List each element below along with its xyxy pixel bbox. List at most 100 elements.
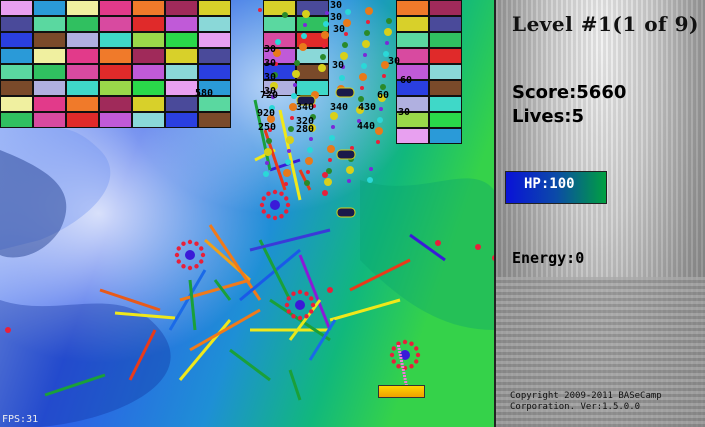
debris-particle [359, 73, 367, 81]
explosion-particle [396, 364, 401, 369]
debris-particle [266, 138, 272, 144]
debris-particle [292, 70, 300, 78]
explosion-particle [402, 339, 408, 345]
debris-particle [382, 74, 386, 78]
debris-particle [386, 18, 392, 24]
explosion-particle [187, 239, 193, 245]
debris-particle [318, 64, 326, 72]
debris-particle [369, 167, 373, 171]
debris-particle [288, 126, 294, 132]
explosion-particle [259, 202, 265, 208]
debris-particle [342, 42, 348, 48]
explosion-particle [304, 291, 309, 296]
debris-particle [325, 11, 329, 15]
explosion-particle [297, 289, 303, 295]
debris-particle [299, 43, 307, 51]
score-popup: 30 [388, 56, 401, 67]
hp-bar: HP:100 [505, 171, 607, 204]
ball-trail-dot [400, 363, 404, 365]
debris-particle [287, 149, 291, 153]
score-popup: 280 [296, 124, 315, 135]
debris-particle [346, 166, 354, 174]
projectile-trail [178, 319, 232, 381]
explosion-particle [310, 302, 316, 308]
explosion-particle [415, 352, 421, 358]
explosion-particle [261, 209, 266, 214]
explosion-particle [272, 189, 278, 195]
explosion-particle [181, 264, 186, 269]
debris-particle [340, 52, 348, 60]
explosion-particle [291, 314, 296, 319]
fps-counter: FPS:31 [2, 414, 39, 425]
hp-label: HP:100 [524, 176, 575, 192]
ball-trail-dot [401, 369, 405, 371]
projectile-trail [99, 288, 161, 312]
projectile-trail [349, 258, 411, 292]
projectile-trail [329, 298, 401, 322]
debris-particle [324, 178, 332, 186]
score-popup: 720 [260, 90, 279, 101]
score-popup: 30 [398, 107, 411, 118]
debris-particle [367, 177, 373, 183]
ball-trail-dot [398, 354, 402, 356]
debris-particle [320, 54, 326, 60]
explosion-particle [174, 252, 180, 258]
explosion-particle [291, 291, 296, 296]
explosion-particle [284, 302, 290, 308]
debris-particle [345, 9, 351, 15]
projectile-trail [168, 269, 207, 331]
explosion-particle [194, 241, 199, 246]
debris-particle [360, 86, 364, 90]
game-playfield[interactable]: 580 30 30 30 30 30 30 30 720 340 920 320 250 280 30 430… [0, 0, 494, 427]
explosion-particle [194, 264, 199, 269]
debris-particle [331, 125, 335, 129]
powerup-capsule [335, 87, 355, 98]
energy-label: Energy:0 [512, 249, 585, 267]
explosion-particle [286, 309, 291, 314]
debris-particle [375, 127, 383, 135]
projectile-trail [229, 348, 271, 382]
score-popup: 250 [258, 122, 277, 133]
debris-particle [306, 170, 310, 174]
score-popup: 30 [264, 72, 277, 83]
debris-particle [347, 179, 351, 183]
status-panel: Level #1(1 of 9) Score:5660 Lives:5 HP:1… [494, 0, 705, 427]
explosion-particle [261, 196, 266, 201]
explosion-particle [409, 364, 414, 369]
debris-particle [362, 40, 370, 48]
projectile-trail [288, 299, 322, 341]
debris-particle [294, 60, 300, 66]
debris-particle [330, 112, 338, 120]
debris-particle [258, 8, 262, 12]
explosion-particle [309, 296, 314, 301]
debris-particle [304, 180, 310, 186]
explosion-particle [389, 352, 395, 358]
explosion-particle [266, 214, 271, 219]
debris-particle [350, 146, 354, 150]
explosion-particle [286, 296, 291, 301]
debris-particle [322, 190, 328, 196]
explosion-particle [279, 191, 284, 196]
debris-particle [285, 159, 291, 165]
debris-particle [290, 116, 294, 120]
explosion-particle [304, 314, 309, 319]
debris-particle [286, 136, 294, 144]
projectile-trail [409, 233, 446, 262]
debris-particle [301, 33, 307, 39]
debris-particle [435, 240, 441, 246]
debris-particle [364, 30, 370, 36]
explosion-particle [279, 214, 284, 219]
ball-trail-dot [400, 360, 403, 362]
explosion-particle [409, 341, 414, 346]
score-popup: 30 [333, 24, 346, 35]
copyright-text: Copyright 2009-2011 BASeCamp Corporation… [510, 391, 700, 413]
debris-particle [475, 244, 481, 250]
explosion-particle [199, 246, 204, 251]
explosion-particle [181, 241, 186, 246]
ball-trail-dot [404, 381, 408, 383]
debris-particle [385, 41, 389, 45]
ball-trail-dot [398, 351, 402, 353]
player-paddle[interactable] [378, 385, 425, 398]
score-popup: 30 [332, 60, 345, 71]
ball [185, 250, 195, 260]
